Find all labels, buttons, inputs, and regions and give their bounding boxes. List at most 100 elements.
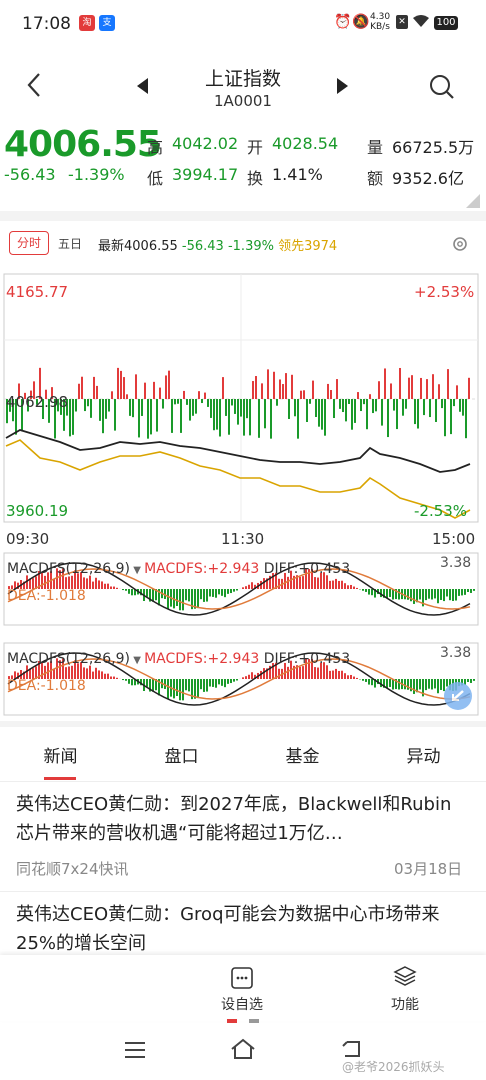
macd-bar xyxy=(428,679,430,689)
volume-bar xyxy=(267,369,269,399)
add-watchlist-icon[interactable] xyxy=(230,966,254,994)
macd-bar xyxy=(236,679,238,681)
tab-funds[interactable]: 基金 xyxy=(242,742,363,767)
chart-bottom-pct: -2.53% xyxy=(414,502,468,520)
volume-bar xyxy=(189,399,191,421)
news-item-1-title[interactable]: 英伟达CEO黄仁勋：到2027年底，Blackwell和Rubin芯片带来的营收… xyxy=(16,790,466,848)
macd-bar xyxy=(122,589,124,591)
app-notification-icon: 淘 xyxy=(79,15,95,31)
volume-bar xyxy=(228,399,230,435)
macd-bar xyxy=(425,589,427,601)
volume-bar xyxy=(81,376,83,399)
volume-bar xyxy=(354,399,356,423)
chart-mid-value: 4062.98 xyxy=(6,393,69,411)
macd-bar xyxy=(278,668,280,679)
intraday-chart[interactable] xyxy=(0,272,486,525)
volume-bar xyxy=(378,381,380,399)
macd-bar xyxy=(347,585,349,589)
tab-intraday[interactable]: 分时 xyxy=(9,231,49,255)
volume-bar xyxy=(342,399,344,413)
volume-bar xyxy=(390,383,392,399)
macd-bar xyxy=(434,679,436,689)
macd-bar xyxy=(251,672,253,679)
volume-bar xyxy=(72,399,74,435)
macd-value: MACDFS:+2.943 xyxy=(144,651,260,667)
tab-movements[interactable]: 异动 xyxy=(363,742,484,767)
menu-nav-icon[interactable] xyxy=(124,1041,146,1063)
macd-bar xyxy=(176,679,178,696)
macd-bar xyxy=(248,584,250,589)
volume-bar xyxy=(210,399,212,418)
latest-info: 最新4006.55 -56.43 -1.39% 领先3974 xyxy=(98,235,337,254)
volume-bar xyxy=(420,377,422,399)
macd-bar xyxy=(431,589,433,600)
volume-bar xyxy=(120,370,122,399)
volume-bar xyxy=(105,399,107,419)
macd-bar xyxy=(326,665,328,679)
next-stock-icon[interactable] xyxy=(336,78,348,98)
news-item-1-source: 同花顺7x24快讯 xyxy=(16,860,129,878)
macd-bar xyxy=(341,670,343,679)
macd-bar xyxy=(179,589,181,611)
volume-bar xyxy=(396,399,398,430)
macd-bar xyxy=(329,580,331,589)
open-label: 开 xyxy=(247,138,264,157)
high-value: 4042.02 xyxy=(172,134,239,153)
tab-five-day[interactable]: 五日 xyxy=(58,235,82,252)
layers-icon[interactable] xyxy=(393,964,417,992)
function-button[interactable]: 功能 xyxy=(355,994,455,1014)
home-nav-icon[interactable] xyxy=(230,1038,256,1064)
volume-bar xyxy=(162,399,164,409)
macd-bar xyxy=(314,667,316,679)
macd-bar xyxy=(371,589,373,596)
settings-gear-icon[interactable] xyxy=(451,235,469,257)
net-speed-value: 4.30 xyxy=(370,12,391,22)
macd-bar xyxy=(317,577,319,589)
search-icon[interactable] xyxy=(429,74,455,104)
floating-refresh-icon[interactable] xyxy=(444,682,472,710)
volume-bar xyxy=(402,399,404,416)
volume-bar xyxy=(123,377,125,399)
volume-bar xyxy=(249,399,251,436)
volume-bar xyxy=(96,385,98,399)
tab-news[interactable]: 新闻 xyxy=(0,742,121,767)
macd-bar xyxy=(182,589,184,611)
macd-bar xyxy=(434,589,436,599)
macd-bar xyxy=(221,679,223,686)
intraday-bars xyxy=(6,367,470,439)
tab-order-book[interactable]: 盘口 xyxy=(121,742,242,767)
news-item-2-title[interactable]: 英伟达CEO黄仁勋：Groq可能会为数据中心市场带来25%的增长空间 xyxy=(16,900,466,952)
volume-value: 66725.5万 xyxy=(392,138,475,157)
volume-bar xyxy=(312,380,314,399)
time-start: 09:30 xyxy=(6,530,50,548)
news-divider xyxy=(0,891,486,892)
add-watchlist-button[interactable]: 设自选 xyxy=(192,994,292,1014)
macd-name[interactable]: MACDFS(12,26,9) xyxy=(7,651,130,667)
open-value: 4028.54 xyxy=(272,134,339,153)
volume-bar xyxy=(195,399,197,414)
volume-bar xyxy=(186,399,188,405)
volume-bar xyxy=(441,399,443,409)
volume-bar xyxy=(351,399,353,430)
macd-bar xyxy=(101,581,103,589)
macd-bar xyxy=(188,679,190,692)
macd-bar xyxy=(113,676,115,679)
macd-bar xyxy=(212,679,214,687)
macd-bar xyxy=(194,589,196,609)
macd-bar xyxy=(107,673,109,679)
macd-bar xyxy=(245,586,247,589)
macd-bar xyxy=(209,679,211,687)
status-time: 17:08 xyxy=(22,14,71,34)
macd-bar xyxy=(398,589,400,600)
volume-bar xyxy=(117,367,119,399)
macd-name[interactable]: MACDFS(12,26,9) xyxy=(7,561,130,577)
volume-bar xyxy=(258,399,260,438)
volume-bar xyxy=(303,390,305,399)
macd-bar xyxy=(365,589,367,592)
macd-bar xyxy=(176,589,178,606)
volume-bar xyxy=(405,399,407,409)
volume-bar xyxy=(411,375,413,399)
expand-corner-icon[interactable] xyxy=(466,193,480,212)
macd-bar xyxy=(371,679,373,686)
macd-top-value: 3.38 xyxy=(440,555,472,571)
